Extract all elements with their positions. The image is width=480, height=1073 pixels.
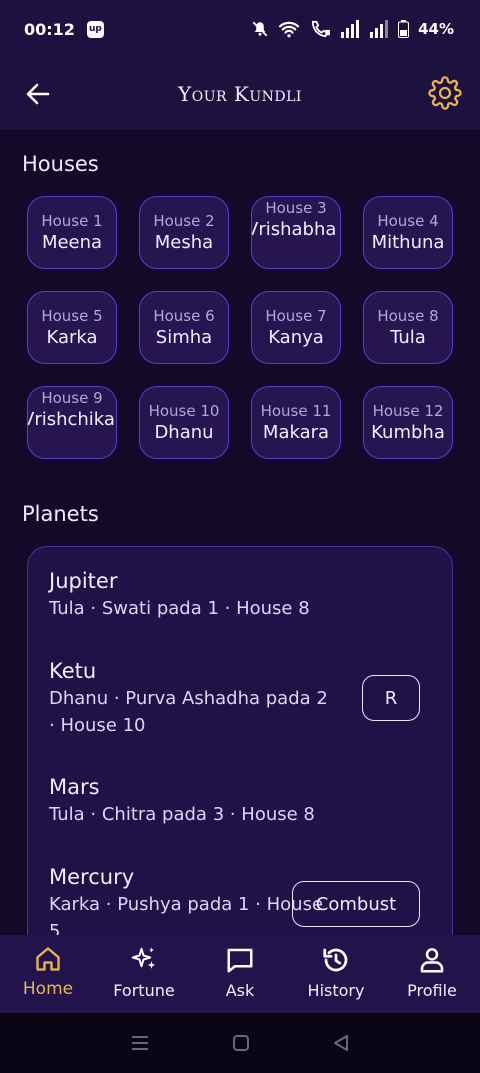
mute-icon xyxy=(252,21,268,37)
house-sign: Mithuna xyxy=(371,231,445,253)
house-sign: Simha xyxy=(155,326,213,348)
house-sign: Dhanu xyxy=(154,421,214,443)
house-card-3[interactable]: House 3 Vrishabha xyxy=(251,196,341,269)
house-label: House 10 xyxy=(148,401,220,420)
nav-label: Profile xyxy=(407,981,457,1000)
system-nav-bar xyxy=(0,1013,480,1073)
nav-label: Ask xyxy=(225,981,255,1000)
app-notification-badge: up xyxy=(86,20,104,38)
battery-level: 44% xyxy=(418,20,454,38)
house-card-12[interactable]: House 12 Kumbha xyxy=(363,386,453,459)
retrograde-tag[interactable]: R xyxy=(362,675,420,721)
planet-name: Jupiter xyxy=(49,569,118,593)
house-sign: Makara xyxy=(262,421,330,443)
house-label: House 3 xyxy=(265,199,327,217)
house-label: House 1 xyxy=(41,211,103,230)
kundli-content[interactable]: Houses House 1 Meena House 2 Mesha House… xyxy=(0,130,480,935)
house-sign: Kumbha xyxy=(371,421,445,443)
battery-icon xyxy=(398,20,410,38)
house-sign: Meena xyxy=(41,231,103,253)
back-button[interactable] xyxy=(22,78,54,110)
house-label: House 5 xyxy=(41,306,103,325)
house-card-6[interactable]: House 6 Simha xyxy=(139,291,229,364)
wifi-calling-icon xyxy=(311,20,330,38)
house-card-1[interactable]: House 1 Meena xyxy=(27,196,117,269)
settings-button[interactable] xyxy=(428,76,462,110)
back-system-icon[interactable] xyxy=(332,1034,350,1052)
nav-label: History xyxy=(307,981,365,1000)
nav-ask[interactable]: Ask xyxy=(192,935,288,1013)
home-icon xyxy=(36,947,60,971)
planet-item-jupiter: Jupiter Tula · Swati pada 1 · House 8 xyxy=(49,567,439,622)
house-sign: Tula xyxy=(390,326,426,348)
arrow-left-icon xyxy=(26,83,50,105)
sparkles-icon xyxy=(131,947,156,969)
house-sign: Karka xyxy=(46,326,98,348)
status-bar: 00:12 up 44% xyxy=(0,0,480,58)
status-left: 00:12 up xyxy=(24,20,104,39)
house-label: House 4 xyxy=(377,211,439,230)
nav-fortune[interactable]: Fortune xyxy=(96,935,192,1013)
planet-item-mars: Mars Tula · Chitra pada 3 · House 8 xyxy=(49,773,439,828)
nav-history[interactable]: History xyxy=(288,935,384,1013)
house-label: House 6 xyxy=(153,306,215,325)
house-label: House 7 xyxy=(265,306,327,325)
nav-label: Home xyxy=(22,979,74,999)
house-sign: Mesha xyxy=(154,231,214,253)
planets-card: Jupiter Tula · Swati pada 1 · House 8 Ke… xyxy=(27,546,453,935)
app-bar: Your Kundli xyxy=(0,58,480,130)
house-sign: Vrishchika xyxy=(27,409,115,430)
house-card-9[interactable]: House 9 Vrishchika xyxy=(27,386,117,459)
planet-detail: Dhanu · Purva Ashadha pada 2 · House 10 xyxy=(49,688,328,736)
bottom-nav: Home Fortune Ask History Profile xyxy=(0,935,480,1013)
nav-label: Fortune xyxy=(113,981,175,1000)
house-card-8[interactable]: House 8 Tula xyxy=(363,291,453,364)
chat-icon xyxy=(227,948,253,973)
house-label: House 2 xyxy=(153,211,215,230)
house-sign: Vrishabha xyxy=(251,219,337,240)
status-time: 00:12 xyxy=(24,19,75,39)
status-icons: 44% xyxy=(251,20,454,38)
page-title: Your Kundli xyxy=(178,82,302,106)
combust-tag[interactable]: Combust xyxy=(292,881,420,927)
house-card-5[interactable]: House 5 Karka xyxy=(27,291,117,364)
house-card-11[interactable]: House 11 Makara xyxy=(251,386,341,459)
house-card-4[interactable]: House 4 Mithuna xyxy=(363,196,453,269)
planet-detail: Tula · Swati pada 1 · House 8 xyxy=(49,598,310,619)
wifi-icon xyxy=(279,21,300,38)
planet-name: Mars xyxy=(49,775,100,799)
house-card-10[interactable]: House 10 Dhanu xyxy=(139,386,229,459)
gear-icon xyxy=(428,76,462,110)
house-label: House 11 xyxy=(260,401,332,420)
history-icon xyxy=(323,948,348,972)
houses-heading: Houses xyxy=(22,152,99,176)
recents-icon[interactable] xyxy=(130,1034,150,1052)
nav-profile[interactable]: Profile xyxy=(384,935,480,1013)
house-card-7[interactable]: House 7 Kanya xyxy=(251,291,341,364)
signal-icon xyxy=(341,20,360,38)
planet-detail: Tula · Chitra pada 3 · House 8 xyxy=(49,804,315,825)
signal-icon-2 xyxy=(370,20,389,38)
nav-home[interactable]: Home xyxy=(0,935,96,1013)
house-label: House 9 xyxy=(41,389,103,407)
person-icon xyxy=(420,948,444,973)
home-system-icon[interactable] xyxy=(232,1034,250,1052)
house-sign: Kanya xyxy=(268,326,324,348)
house-label: House 12 xyxy=(372,401,444,420)
house-label: House 8 xyxy=(377,306,439,325)
house-card-2[interactable]: House 2 Mesha xyxy=(139,196,229,269)
planets-heading: Planets xyxy=(22,502,99,526)
